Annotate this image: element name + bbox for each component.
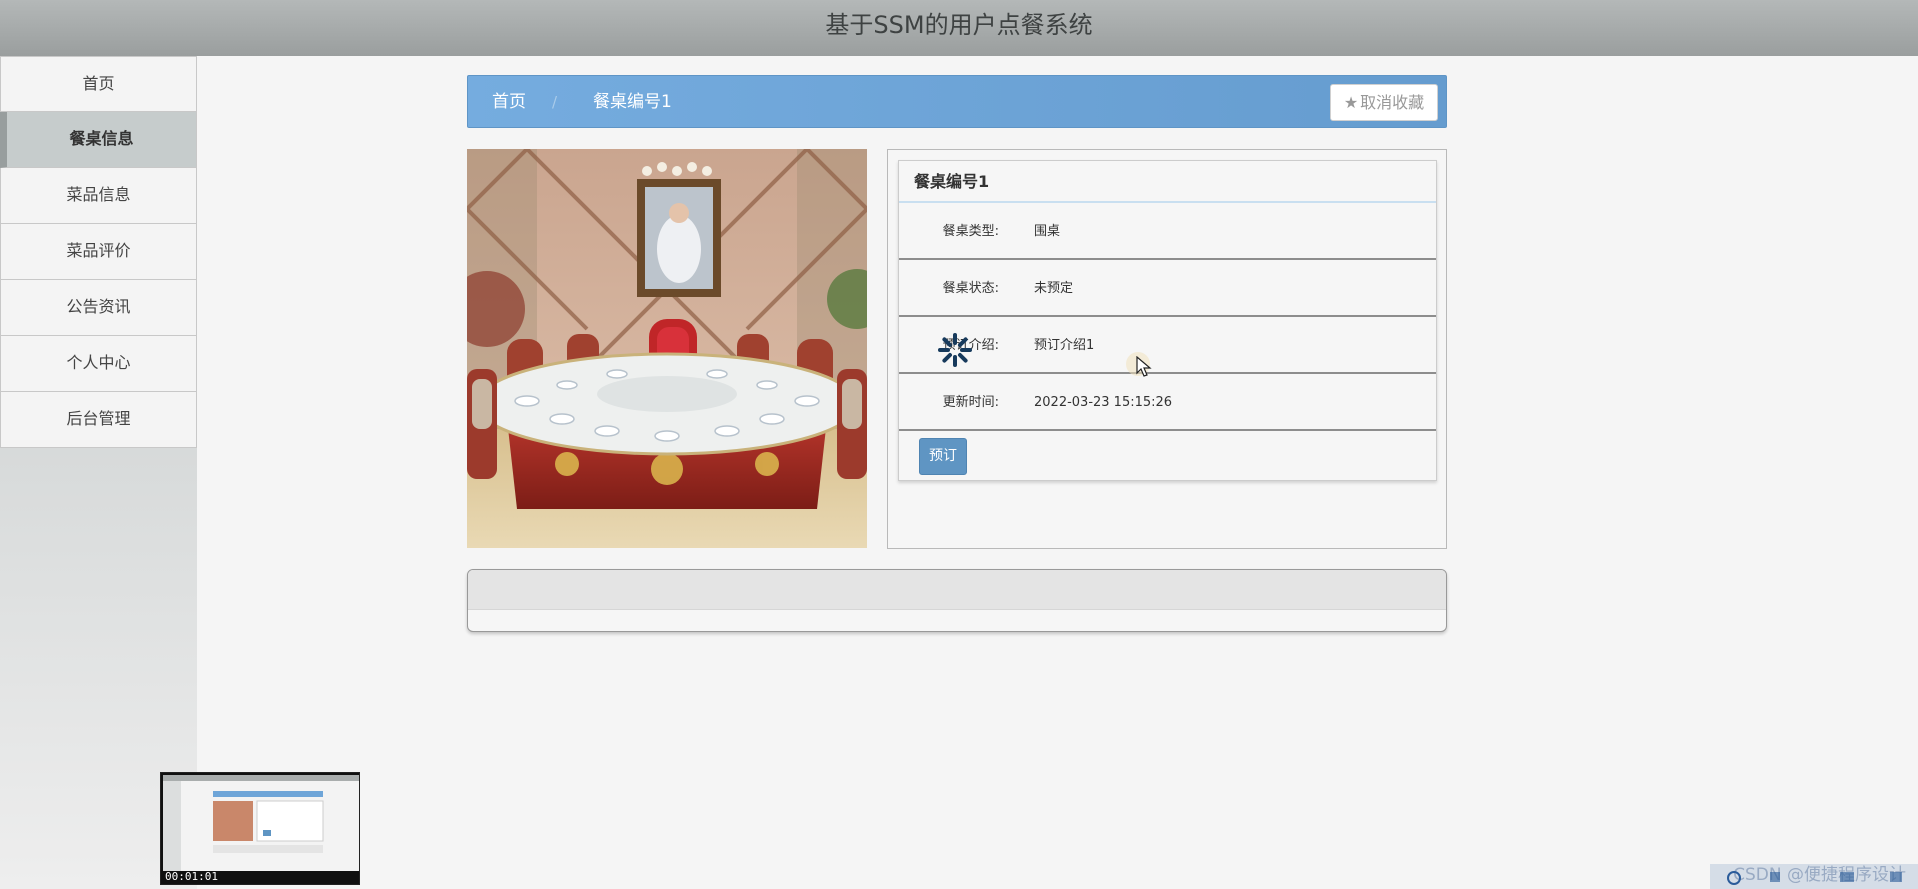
sidebar-item-table-info[interactable]: 餐桌信息 <box>0 112 197 168</box>
breadcrumb-current[interactable]: 餐桌编号1 <box>593 76 672 129</box>
sidebar-item-dish-info[interactable]: 菜品信息 <box>0 168 197 224</box>
video-preview <box>163 775 359 871</box>
sidebar-item-announcements[interactable]: 公告资讯 <box>0 280 197 336</box>
system-tray-icons <box>1710 864 1918 889</box>
video-timestamp: 00:01:01 <box>165 870 218 883</box>
sidebar-item-dish-review[interactable]: 菜品评价 <box>0 224 197 280</box>
sidebar-item-admin[interactable]: 后台管理 <box>0 392 197 448</box>
detail-title: 餐桌编号1 <box>899 161 1436 203</box>
action-row: 预订 <box>899 431 1436 481</box>
field-label: 餐桌状态: <box>942 281 999 296</box>
field-value: 围桌 <box>1034 224 1061 239</box>
video-thumbnail[interactable]: 00:01:01 <box>160 772 360 885</box>
unfavorite-label: 取消收藏 <box>1360 93 1425 112</box>
loading-spinner-icon <box>938 333 972 367</box>
field-label: 更新时间: <box>942 395 999 410</box>
field-value: 2022-03-23 15:15:26 <box>1034 395 1173 410</box>
breadcrumb: 首页 / 餐桌编号1 ★ 取消收藏 <box>467 75 1447 128</box>
field-label: 餐桌类型: <box>942 224 999 239</box>
comments-panel-header <box>468 570 1446 610</box>
comments-panel <box>467 569 1447 632</box>
sidebar: 首页 餐桌信息 菜品信息 菜品评价 公告资讯 个人中心 后台管理 <box>0 56 197 889</box>
system-title: 基于SSM的用户点餐系统 <box>825 11 1093 39</box>
field-value: 未预定 <box>1034 281 1074 296</box>
table-photo <box>467 149 867 548</box>
book-button[interactable]: 预订 <box>919 438 967 475</box>
breadcrumb-home-link[interactable]: 首页 <box>492 76 526 129</box>
sidebar-item-home[interactable]: 首页 <box>0 56 197 112</box>
field-row-table-status: 餐桌状态: 未预定 <box>899 260 1436 317</box>
field-row-booking-intro: 预订介绍: 预订介绍1 <box>899 317 1436 374</box>
field-row-table-type: 餐桌类型: 围桌 <box>899 203 1436 260</box>
mouse-cursor-icon <box>1136 356 1152 377</box>
breadcrumb-separator: / <box>552 93 558 111</box>
detail-card: 餐桌编号1 餐桌类型: 围桌 餐桌状态: 未预定 预订介绍: 预订介绍1 更新时… <box>898 160 1437 481</box>
field-row-update-time: 更新时间: 2022-03-23 15:15:26 <box>899 374 1436 431</box>
sidebar-item-personal-center[interactable]: 个人中心 <box>0 336 197 392</box>
field-value: 预订介绍1 <box>1034 338 1095 353</box>
unfavorite-button[interactable]: ★ 取消收藏 <box>1330 84 1438 121</box>
top-header: 基于SSM的用户点餐系统 <box>0 0 1918 56</box>
star-icon: ★ <box>1343 93 1359 112</box>
